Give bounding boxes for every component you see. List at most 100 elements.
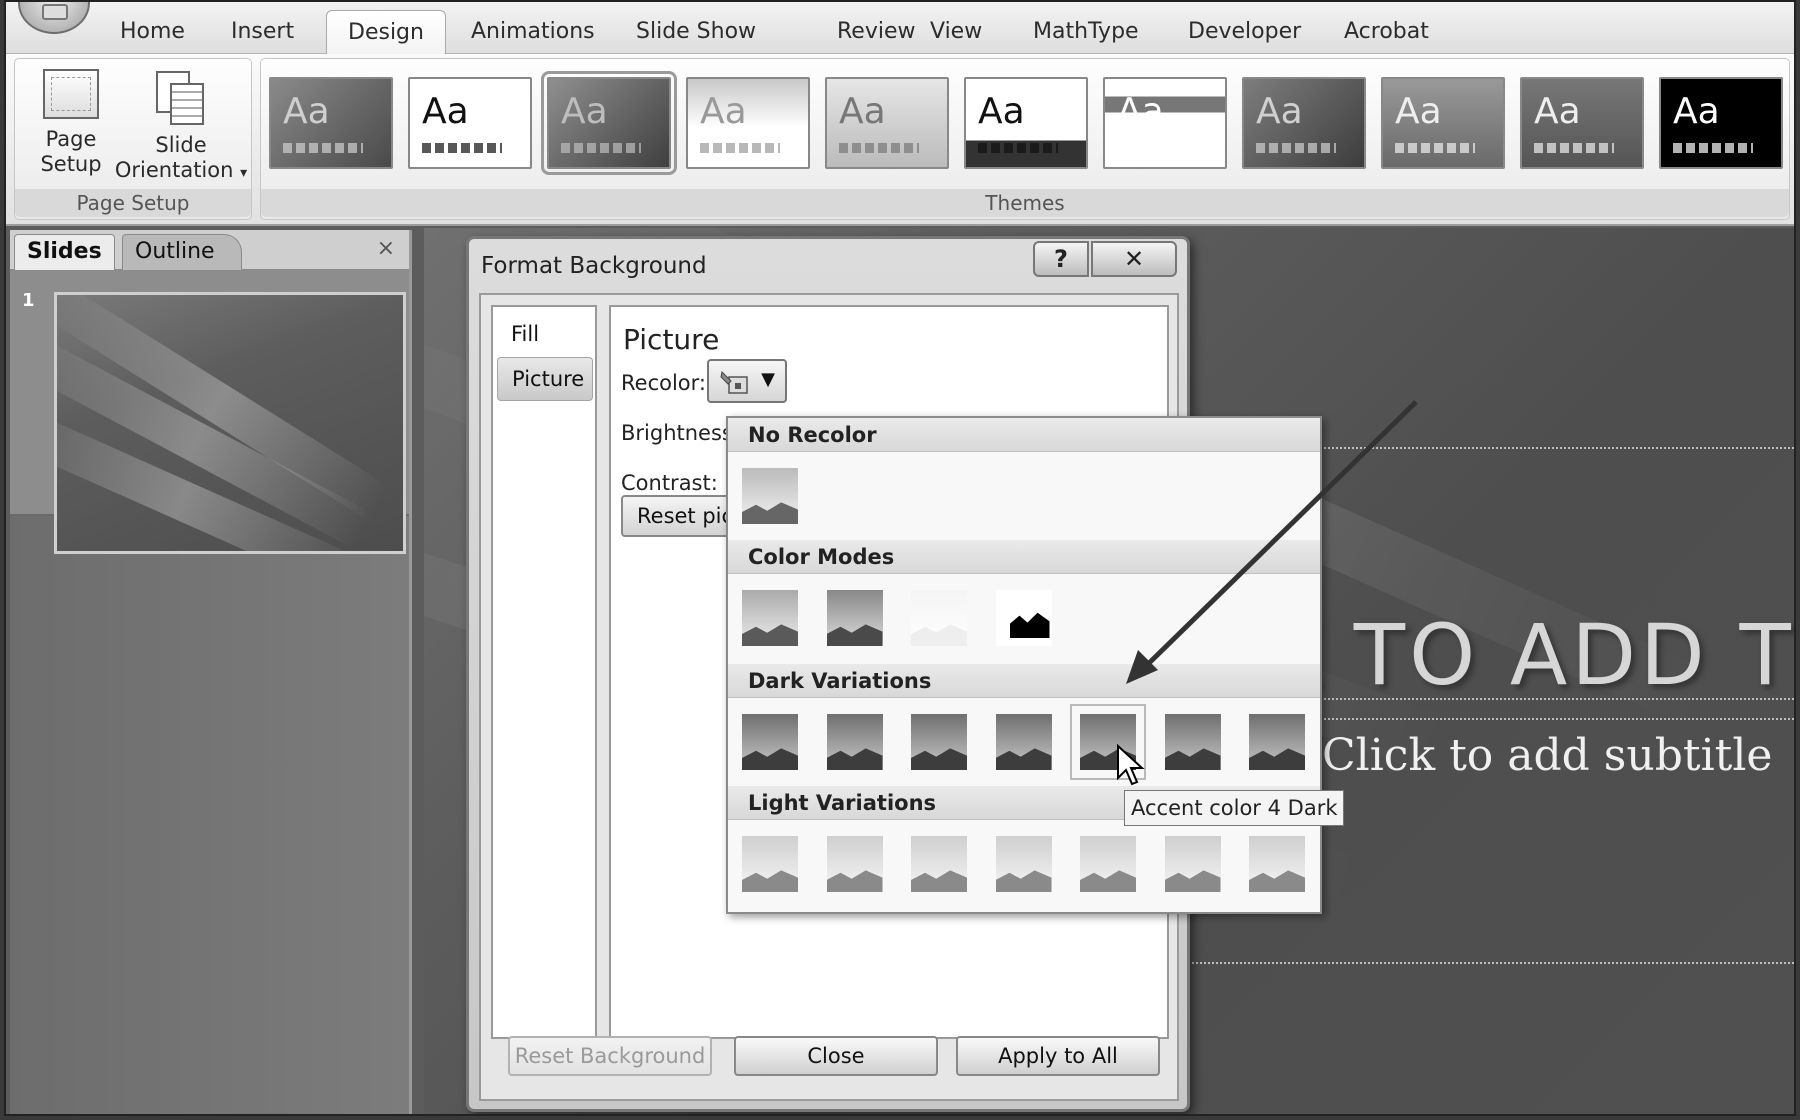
panel-heading: Picture	[623, 323, 720, 356]
chevron-down-icon: ▼	[761, 369, 775, 390]
theme-thumbnail[interactable]: Aa	[1242, 77, 1366, 169]
no-recolor-swatch[interactable]	[742, 468, 798, 524]
slides-pane: Slides Outline × 1	[10, 230, 412, 1114]
theme-color-swatches	[1256, 143, 1336, 153]
light-variation-swatch[interactable]	[1080, 836, 1136, 892]
theme-sample-text: Aa	[1117, 91, 1164, 132]
light-variation-swatch[interactable]	[911, 836, 967, 892]
reset-background-button[interactable]: Reset Background	[508, 1036, 712, 1076]
dialog-close-button[interactable]: ✕	[1091, 241, 1177, 277]
theme-sample-text: Aa	[1673, 91, 1720, 132]
category-fill[interactable]: Fill	[497, 313, 593, 357]
subtitle-placeholder[interactable]: Click to add subtitle	[1322, 730, 1772, 781]
theme-thumbnail[interactable]: Aa	[269, 77, 393, 169]
slide-thumbnail[interactable]	[54, 292, 406, 554]
color-mode-swatch[interactable]	[742, 590, 798, 646]
tab-home[interactable]: Home	[120, 14, 185, 54]
theme-sample-text: Aa	[283, 91, 330, 132]
tab-mathtype[interactable]: MathType	[1033, 14, 1139, 54]
slide-orientation-button[interactable]: Slide Orientation ▾	[111, 69, 251, 186]
light-variation-swatch[interactable]	[995, 836, 1052, 892]
page-setup-label: Page Setup	[40, 127, 102, 176]
theme-thumbnail[interactable]: Aa	[1103, 77, 1227, 169]
theme-thumbnail[interactable]: Aa	[1520, 77, 1644, 169]
category-list: Fill Picture	[491, 305, 597, 1039]
light-variation-swatch[interactable]	[1164, 836, 1221, 892]
tab-acrobat[interactable]: Acrobat	[1344, 14, 1429, 54]
theme-sample-text: Aa	[978, 91, 1025, 132]
theme-thumbnail[interactable]: Aa	[408, 77, 532, 169]
theme-color-swatches	[700, 143, 780, 153]
theme-thumbnail[interactable]: Aa	[964, 77, 1088, 169]
theme-thumbnail[interactable]: Aa	[1659, 77, 1783, 169]
tab-insert[interactable]: Insert	[231, 14, 294, 54]
theme-thumbnail[interactable]: Aa	[1381, 77, 1505, 169]
apply-to-all-button[interactable]: Apply to All	[956, 1036, 1160, 1076]
section-color-modes: Color Modes	[728, 540, 1320, 574]
dark-variation-swatch[interactable]	[911, 714, 967, 770]
dark-variation-swatch[interactable]	[995, 714, 1052, 770]
light-variation-swatch[interactable]	[1249, 836, 1305, 892]
page-setup-button[interactable]: Page Setup	[21, 69, 121, 177]
theme-sample-text: Aa	[1395, 91, 1442, 132]
theme-color-swatches	[839, 143, 919, 153]
subtitle-placeholder-border-bottom	[1184, 962, 1794, 964]
color-mode-swatch[interactable]	[995, 590, 1052, 646]
theme-thumbnail[interactable]: Aa	[541, 71, 677, 175]
recolor-dropdown-button[interactable]: ▼	[707, 359, 787, 403]
page-setup-group: Page Setup Slide Orientation ▾ Page Setu…	[14, 58, 252, 220]
dark-variation-swatch[interactable]	[1164, 714, 1221, 770]
ribbon: Page Setup Slide Orientation ▾ Page Setu…	[6, 54, 1794, 226]
tab-slides[interactable]: Slides	[14, 234, 115, 270]
theme-color-swatches	[1117, 143, 1197, 153]
tab-review[interactable]: Review	[837, 14, 916, 54]
dark-variation-swatch[interactable]	[742, 714, 798, 770]
tab-animations[interactable]: Animations	[471, 14, 595, 54]
section-no-recolor: No Recolor	[728, 418, 1320, 452]
tab-developer[interactable]: Developer	[1188, 14, 1301, 54]
theme-thumbnail[interactable]: Aa	[686, 77, 810, 169]
dark-variation-swatch[interactable]	[826, 714, 883, 770]
tab-view[interactable]: View	[930, 14, 982, 54]
page-setup-icon	[43, 69, 99, 119]
pane-tabs: Slides Outline ×	[10, 230, 409, 270]
theme-color-swatches	[1673, 143, 1753, 153]
color-mode-swatch[interactable]	[826, 590, 883, 646]
theme-sample-text: Aa	[1534, 91, 1581, 132]
close-button[interactable]: Close	[734, 1036, 938, 1076]
slide-number: 1	[22, 290, 35, 311]
slide-orientation-icon	[154, 69, 208, 125]
light-variation-swatch[interactable]	[826, 836, 883, 892]
themes-group: Aa Aa Aa Aa Aa Aa Aa Aa Aa Aa Aa Themes	[260, 58, 1790, 220]
dark-variation-swatch[interactable]	[1249, 714, 1305, 770]
title-placeholder[interactable]: K TO ADD T	[1264, 606, 1794, 704]
theme-color-swatches	[422, 143, 502, 153]
office-button[interactable]	[18, 2, 90, 34]
tooltip: Accent color 4 Dark	[1124, 790, 1345, 826]
recolor-menu: No Recolor Color Modes Dark Variations L…	[726, 416, 1322, 914]
tab-design[interactable]: Design	[326, 10, 446, 55]
theme-color-swatches	[1534, 143, 1614, 153]
light-variation-swatch[interactable]	[742, 836, 798, 892]
theme-thumbnail[interactable]: Aa	[825, 77, 949, 169]
recolor-label: Recolor:	[621, 371, 706, 395]
office-logo-icon	[42, 4, 68, 20]
color-mode-swatch[interactable]	[911, 590, 967, 646]
tab-outline[interactable]: Outline	[122, 234, 242, 270]
dropdown-arrow-icon: ▾	[240, 165, 248, 181]
theme-color-swatches	[283, 143, 363, 153]
tab-slide-show[interactable]: Slide Show	[636, 14, 756, 54]
dialog-title: Format Background	[481, 253, 707, 279]
theme-sample-text: Aa	[561, 91, 608, 132]
slide-orientation-label: Slide Orientation ▾	[114, 133, 248, 182]
theme-sample-text: Aa	[700, 91, 747, 132]
themes-gallery: Aa Aa Aa Aa Aa Aa Aa Aa Aa Aa Aa	[269, 71, 1783, 181]
themes-group-label: Themes	[261, 189, 1789, 217]
close-pane-icon[interactable]: ×	[377, 236, 395, 261]
recolor-picture-icon	[720, 370, 748, 394]
theme-sample-text: Aa	[422, 91, 469, 132]
mouse-cursor-icon	[1117, 744, 1145, 786]
help-button[interactable]: ?	[1033, 241, 1089, 277]
brightness-label: Brightness	[621, 421, 733, 445]
category-picture[interactable]: Picture	[497, 357, 593, 401]
